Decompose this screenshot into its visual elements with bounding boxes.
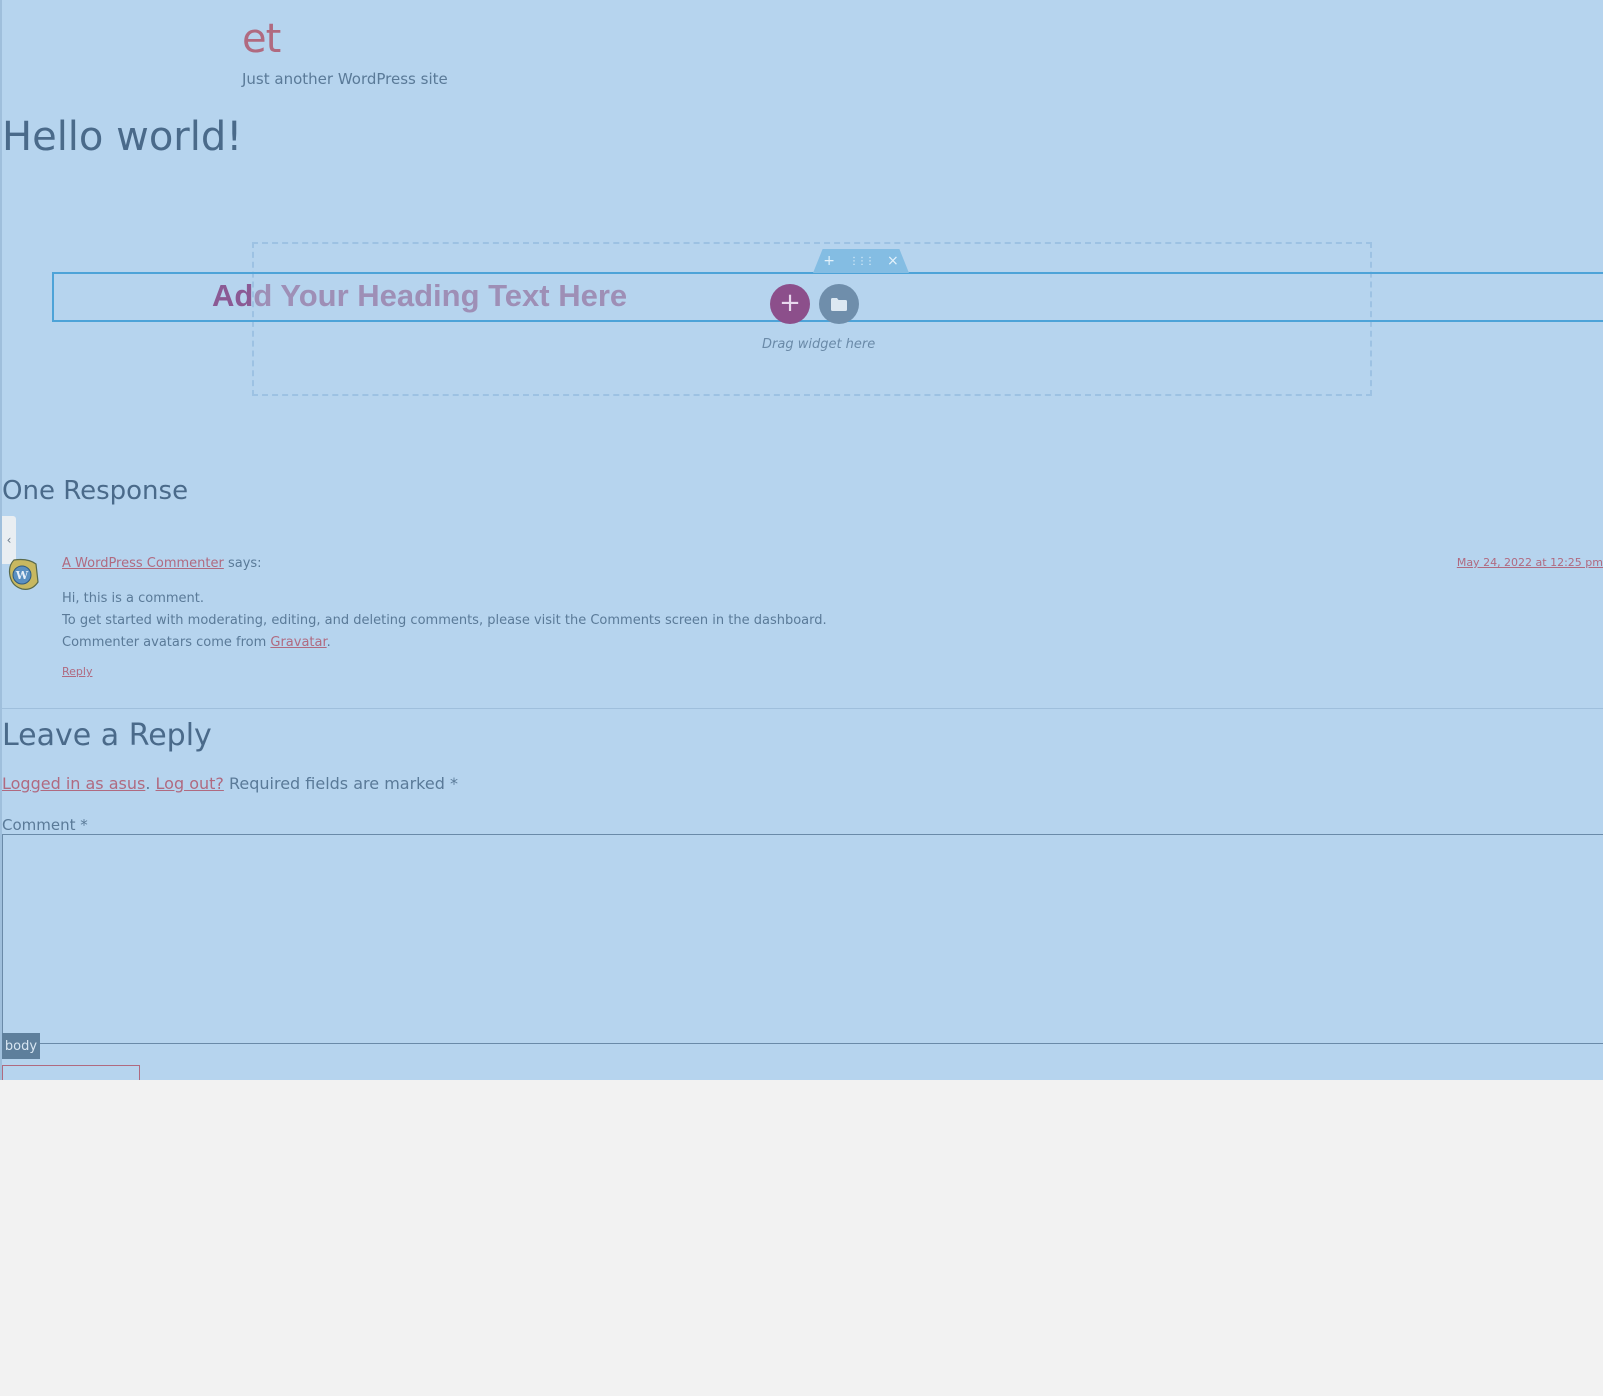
close-icon[interactable]: ×: [887, 253, 899, 269]
svg-text:W: W: [15, 569, 29, 582]
comment-line: To get started with moderating, editing,…: [62, 613, 827, 628]
comment-says: says:: [227, 556, 262, 571]
logout-link[interactable]: Log out?: [156, 774, 224, 793]
section-handle[interactable]: + ⋮⋮⋮ ×: [813, 249, 909, 273]
comment-author-link[interactable]: A WordPress Commenter: [62, 556, 224, 571]
divider: [2, 708, 1603, 709]
drag-widget-hint: Drag widget here: [762, 337, 876, 352]
reply-title: Leave a Reply: [2, 718, 212, 753]
reply-link[interactable]: Reply: [62, 665, 92, 678]
chevron-left-icon: ‹: [6, 533, 12, 547]
add-widget-button[interactable]: +: [770, 284, 810, 324]
comment-date-link[interactable]: May 24, 2022 at 12:25 pm: [1457, 556, 1603, 569]
post-title: Hello world!: [2, 114, 243, 160]
comment-line: Hi, this is a comment.: [62, 591, 205, 606]
post-comment-button[interactable]: [2, 1065, 140, 1080]
reply-link-wrap[interactable]: Reply: [62, 665, 92, 678]
logged-in-link[interactable]: Logged in as asus: [2, 774, 145, 793]
comment-label: Comment *: [2, 816, 88, 834]
logged-in-line: Logged in as asus. Log out? Required fie…: [2, 774, 458, 793]
comment-body: Hi, this is a comment. To get started wi…: [62, 588, 827, 654]
body-element-badge[interactable]: body: [2, 1033, 40, 1059]
gravatar-link[interactable]: Gravatar: [270, 635, 326, 650]
comment-date[interactable]: May 24, 2022 at 12:25 pm: [1457, 556, 1603, 569]
site-description: Just another WordPress site: [242, 70, 448, 88]
heading-widget-text[interactable]: Add Your Heading Text Here: [212, 278, 627, 314]
logged-in-sep: .: [145, 774, 151, 793]
editor-preview-overlay: et Just another WordPress site Hello wor…: [0, 0, 1603, 1080]
required-note: Required fields are marked *: [228, 774, 458, 793]
add-section-icon[interactable]: +: [823, 253, 835, 269]
comments-title: One Response: [2, 476, 189, 506]
folder-icon: [831, 297, 847, 311]
comment-line: Commenter avatars come from Gravatar.: [62, 632, 827, 654]
comment-textarea[interactable]: [2, 834, 1603, 1044]
heading-text-rest: d Your Heading Text Here: [253, 278, 628, 313]
avatar: W: [6, 556, 42, 592]
comment-line-prefix: Commenter avatars come from: [62, 635, 271, 650]
comment-meta: A WordPress Commenter says:: [62, 556, 262, 571]
drag-handle-icon[interactable]: ⋮⋮⋮: [849, 256, 875, 267]
heading-text-first: Ad: [212, 278, 254, 313]
site-title[interactable]: et: [242, 16, 281, 62]
comment-line-suffix: .: [326, 635, 331, 650]
template-library-button[interactable]: [819, 284, 859, 324]
